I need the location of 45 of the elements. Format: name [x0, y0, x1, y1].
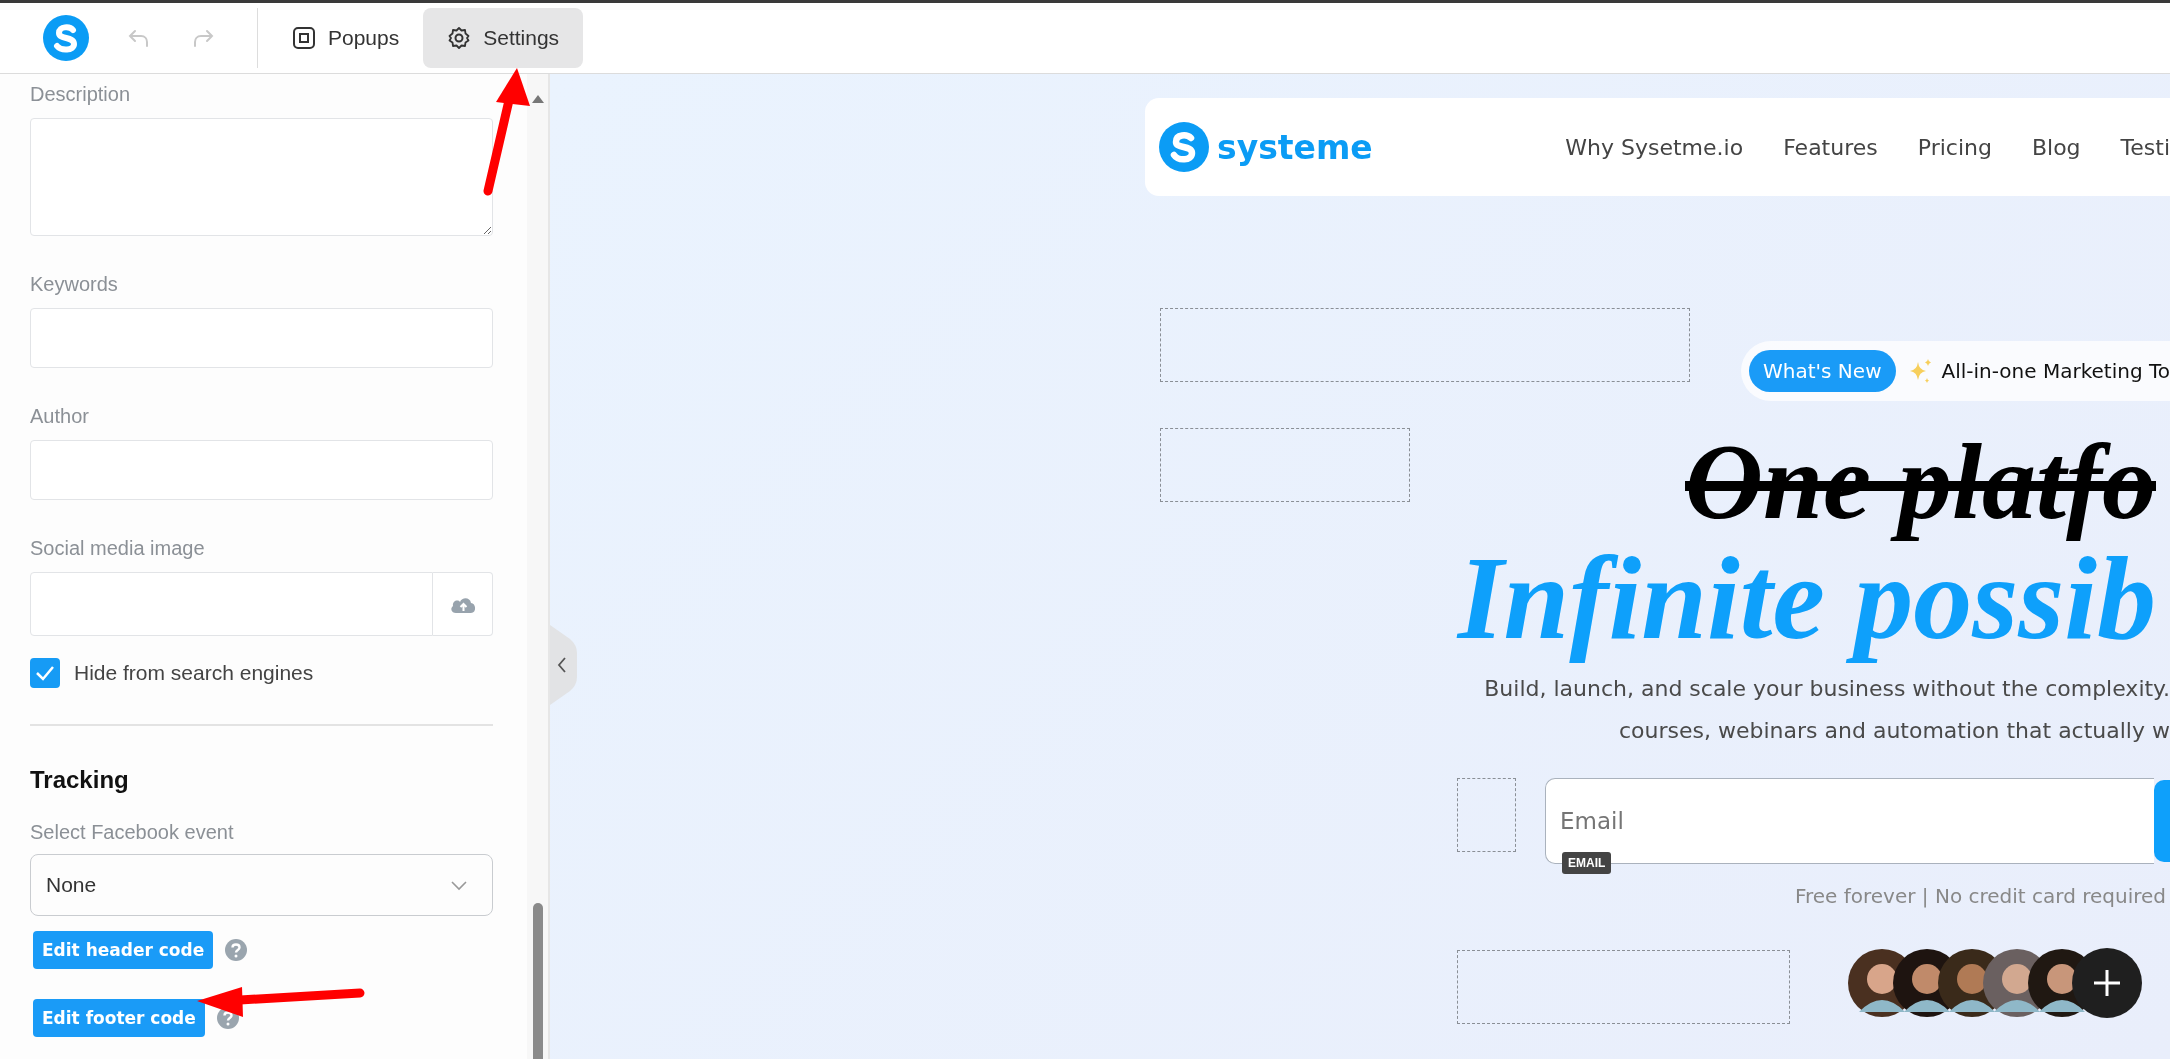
text-area[interactable] [30, 118, 493, 236]
toolbar-tab[interactable]: Popups [268, 8, 424, 68]
add-button[interactable] [2072, 948, 2142, 1018]
empty-block-placeholder[interactable] [1457, 950, 1790, 1024]
hero-subtitle: Build, launch, and scale your business without the complexity. [1483, 675, 2170, 703]
nav-link[interactable]: Testi [2120, 134, 2170, 160]
nav-link[interactable]: Why Sysetme.io [1565, 134, 1744, 160]
scrollbar-thumb[interactable] [532, 903, 543, 1059]
scroll-up-button[interactable] [530, 94, 545, 104]
checkbox[interactable] [30, 658, 60, 688]
empty-block-placeholder[interactable] [1160, 428, 1410, 502]
app-logo[interactable] [43, 15, 89, 61]
nav-link[interactable]: Blog [2031, 134, 2081, 160]
upload-button[interactable] [433, 572, 493, 636]
nav-link[interactable]: Pricing [1917, 134, 1992, 160]
new-badge: What's New [1749, 350, 1896, 392]
empty-block-placeholder[interactable] [1457, 778, 1516, 852]
settings-icon [447, 26, 472, 50]
checkbox-label: Hide from search engines [74, 661, 314, 685]
empty-block-placeholder[interactable] [1160, 308, 1690, 382]
announcement-bar[interactable]: What's New All-in-one Marketing To [1741, 341, 2170, 401]
input-field[interactable] [30, 440, 493, 500]
field-label: Description [30, 82, 132, 106]
help-icon[interactable] [225, 939, 248, 961]
field-tag: EMAIL [1562, 852, 1612, 874]
hero-subtitle: courses, webinars and automation that actually w [1618, 717, 2170, 745]
dropdown[interactable]: None [30, 854, 493, 916]
field-label: Select Facebook event [30, 820, 235, 844]
checkmark-icon [35, 665, 55, 681]
square-icon [292, 26, 316, 50]
input-field[interactable] [30, 308, 493, 368]
toolbar-tab[interactable]: Settings [423, 8, 584, 68]
field-label: Social media image [30, 536, 206, 560]
dropdown-value: None [46, 873, 97, 897]
submit-button[interactable] [2154, 780, 2170, 862]
announcement-text: All-in-one Marketing To [1941, 359, 2170, 383]
field-label: Author [30, 404, 90, 428]
logo-icon [1159, 122, 1209, 172]
field-label: Keywords [30, 272, 119, 296]
form-note: Free forever | No credit card required [1793, 884, 2167, 908]
collapse-panel-button[interactable] [550, 625, 577, 705]
chevron-down-icon [450, 879, 468, 891]
nav-link[interactable]: Features [1783, 134, 1878, 160]
section-title: Tracking [30, 766, 130, 794]
input-field[interactable] [30, 572, 433, 636]
